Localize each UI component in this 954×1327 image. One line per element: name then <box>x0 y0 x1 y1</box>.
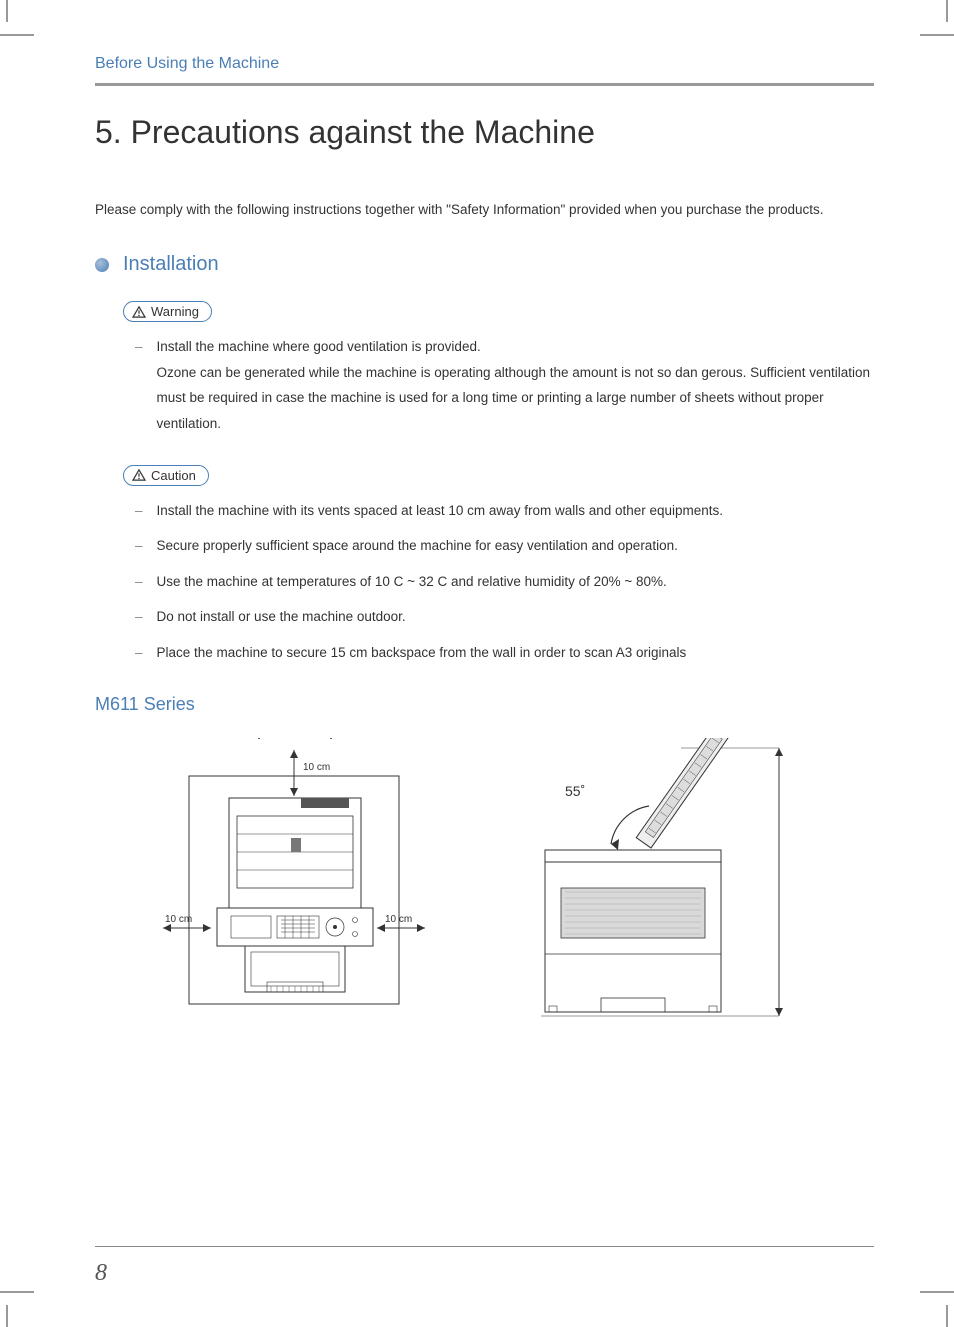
sub-heading: M611 Series <box>95 694 874 715</box>
bullet-icon <box>95 258 109 272</box>
caution-label: Caution <box>151 468 196 483</box>
crop-mark <box>6 1305 8 1327</box>
list-item: – Place the machine to secure 15 cm back… <box>135 640 874 666</box>
list-item: – Do not install or use the machine outd… <box>135 604 874 630</box>
crop-mark <box>6 0 8 22</box>
list-item-text: Place the machine to secure 15 cm backsp… <box>157 640 687 666</box>
caution-badge: Caution <box>123 465 209 486</box>
dash-icon: – <box>135 640 143 666</box>
crop-mark <box>946 0 948 22</box>
crop-mark <box>920 1291 954 1293</box>
dash-icon: – <box>135 533 143 559</box>
warning-label: Warning <box>151 304 199 319</box>
crop-mark <box>920 34 954 36</box>
diagram-top-label: 10 cm <box>303 762 330 773</box>
caution-list: – Install the machine with its vents spa… <box>135 498 874 666</box>
list-item-text: Secure properly sufficient space around … <box>157 533 678 559</box>
section-number: 5. <box>95 114 122 150</box>
dash-icon: – <box>135 498 143 524</box>
footer-rule <box>95 1246 874 1247</box>
warning-triangle-icon <box>132 306 146 318</box>
list-item-text: Do not install or use the machine outdoo… <box>157 604 406 630</box>
warning-list: – Install the machine where good ventila… <box>135 334 874 437</box>
list-item-text: Use the machine at temperatures of 10 C … <box>157 569 667 595</box>
title-text: Precautions against the Machine <box>131 114 595 150</box>
page-number: 8 <box>95 1260 107 1287</box>
list-item-text: Install the machine with its vents space… <box>157 498 724 524</box>
list-item: – Install the machine with its vents spa… <box>135 498 874 524</box>
crop-mark <box>946 1305 948 1327</box>
header-section-title: Before Using the Machine <box>95 55 874 86</box>
dash-icon: – <box>135 334 143 437</box>
warning-triangle-icon <box>132 469 146 481</box>
list-item: – Install the machine where good ventila… <box>135 334 874 437</box>
diagram-angle-label: 55˚ <box>565 783 585 799</box>
list-item-text: Install the machine where good ventilati… <box>157 334 874 437</box>
diagram-row: 10 cm <box>151 738 874 1028</box>
diagram-right-label: 10 cm <box>385 914 412 925</box>
page-title: 5. Precautions against the Machine <box>95 114 874 151</box>
section-heading-text: Installation <box>123 253 219 276</box>
list-item: – Secure properly sufficient space aroun… <box>135 533 874 559</box>
section-heading: Installation <box>95 253 874 276</box>
dash-icon: – <box>135 604 143 630</box>
dash-icon: – <box>135 569 143 595</box>
crop-mark <box>0 1291 34 1293</box>
clearance-diagram: 10 cm <box>151 738 431 1018</box>
list-item: – Use the machine at temperatures of 10 … <box>135 569 874 595</box>
lid-angle-diagram: 55˚ <box>501 738 801 1028</box>
crop-mark <box>0 34 34 36</box>
intro-paragraph: Please comply with the following instruc… <box>95 196 874 223</box>
diagram-left-label: 10 cm <box>165 914 192 925</box>
warning-badge: Warning <box>123 301 212 322</box>
